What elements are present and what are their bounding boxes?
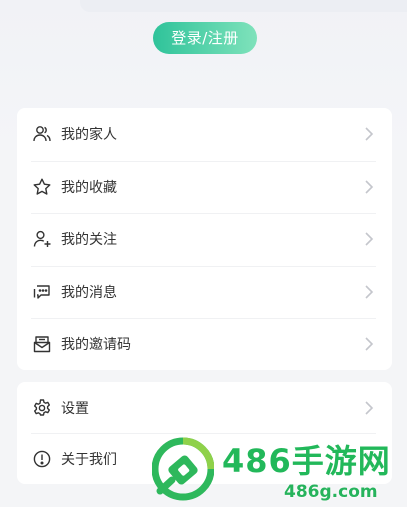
menu-item-family[interactable]: 我的家人 [17,108,392,161]
menu-item-invite-code[interactable]: 我的邀请码 [17,318,392,371]
menu-item-label: 我的邀请码 [61,337,131,354]
watermark-title: 486手游网 [222,442,391,480]
menu-item-settings[interactable]: 设置 [17,382,392,433]
invite-mail-icon [31,333,53,355]
menu-item-favorites[interactable]: 我的收藏 [17,160,392,214]
chevron-right-icon [362,231,376,247]
site-watermark: 486手游网 486g.com [150,434,407,507]
menu-item-following[interactable]: 我的关注 [17,213,392,266]
menu-item-label: 我的收藏 [61,179,117,196]
gear-icon [31,397,53,419]
watermark-url: 486g.com [284,482,378,502]
star-icon [31,176,53,198]
message-icon [31,281,53,303]
menu-item-messages[interactable]: 我的消息 [17,265,392,319]
login-register-button[interactable]: 登录/注册 [153,22,257,54]
family-icon [31,123,53,145]
chevron-right-icon [362,400,376,416]
menu-item-label: 我的关注 [61,232,117,249]
chevron-right-icon [362,179,376,195]
chevron-right-icon [362,126,376,142]
main-menu-card: 我的家人 我的收藏 我的关注 我的消息 我的邀请码 [17,108,392,370]
info-icon [31,448,53,470]
follow-user-icon [31,228,53,250]
profile-strip [80,0,407,12]
watermark-logo-icon [152,437,214,501]
menu-item-label: 我的消息 [61,284,117,301]
menu-item-label: 我的家人 [61,127,117,144]
chevron-right-icon [362,284,376,300]
chevron-right-icon [362,336,376,352]
menu-item-label: 设置 [61,400,89,417]
